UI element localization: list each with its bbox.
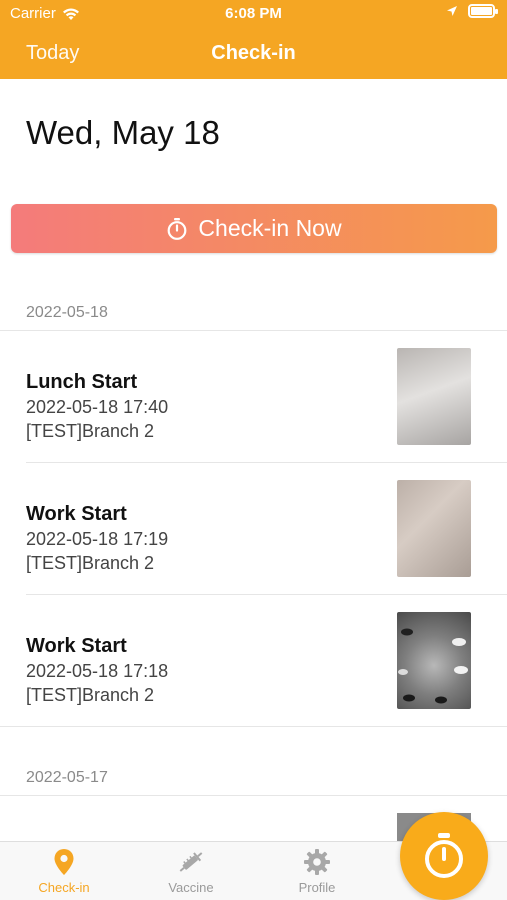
page-title: Check-in: [211, 42, 296, 64]
divider: [0, 726, 507, 727]
record-branch: [TEST]Branch 2: [26, 685, 155, 705]
syringe-icon: [179, 852, 203, 872]
record-datetime: 2022-05-18 17:40: [26, 397, 169, 417]
record-photo-thumbnail[interactable]: [397, 612, 471, 709]
check-in-record-row[interactable]: Work Start 2022-05-18 17:19 [TEST]Branch…: [0, 463, 507, 595]
date-heading: Wed, May 18: [26, 114, 220, 151]
record-datetime: 2022-05-18 17:18: [26, 661, 169, 681]
location-pin-icon: [54, 849, 74, 875]
record-title: Work Start: [26, 503, 127, 525]
check-in-record-row[interactable]: Lunch Start 2022-05-18 17:40 [TEST]Branc…: [0, 331, 507, 463]
record-title: Work Start: [26, 635, 127, 657]
section-date-header: 2022-05-17: [26, 769, 108, 786]
check-in-now-button[interactable]: Check-in Now: [11, 204, 497, 253]
tab-label: Profile: [298, 880, 336, 895]
record-photo-thumbnail[interactable]: [397, 480, 471, 577]
record-datetime: 2022-05-18 17:19: [26, 529, 169, 549]
battery-icon: [468, 4, 498, 18]
record-branch: [TEST]Branch 2: [26, 421, 155, 441]
section-date-header: 2022-05-18: [26, 304, 108, 321]
quick-check-in-fab[interactable]: [400, 812, 488, 900]
tab-vaccine[interactable]: Vaccine: [141, 848, 241, 895]
shoes-photo-icon: [398, 628, 468, 704]
location-arrow-icon: [447, 6, 457, 16]
tab-label: Vaccine: [168, 880, 214, 895]
status-time: 6:08 PM: [225, 5, 282, 22]
stopwatch-icon: [425, 833, 463, 878]
tab-profile[interactable]: Profile: [267, 848, 367, 895]
status-right: [446, 4, 498, 18]
status-bar: Carrier 6:08 PM: [0, 0, 507, 28]
record-photo-thumbnail[interactable]: [397, 348, 471, 445]
record-title: Lunch Start: [26, 371, 138, 393]
check-in-now-label: Check-in Now: [198, 215, 342, 241]
gear-icon: [304, 849, 330, 875]
tab-check-in[interactable]: Check-in: [14, 848, 114, 895]
check-in-record-row[interactable]: Work Start 2022-05-18 17:18 [TEST]Branch…: [0, 595, 507, 727]
top-bar: Carrier 6:08 PM Today Check-in: [0, 0, 507, 79]
stopwatch-icon: [168, 217, 187, 240]
record-branch: [TEST]Branch 2: [26, 553, 155, 573]
tab-label: Check-in: [38, 880, 90, 895]
divider: [0, 795, 507, 796]
